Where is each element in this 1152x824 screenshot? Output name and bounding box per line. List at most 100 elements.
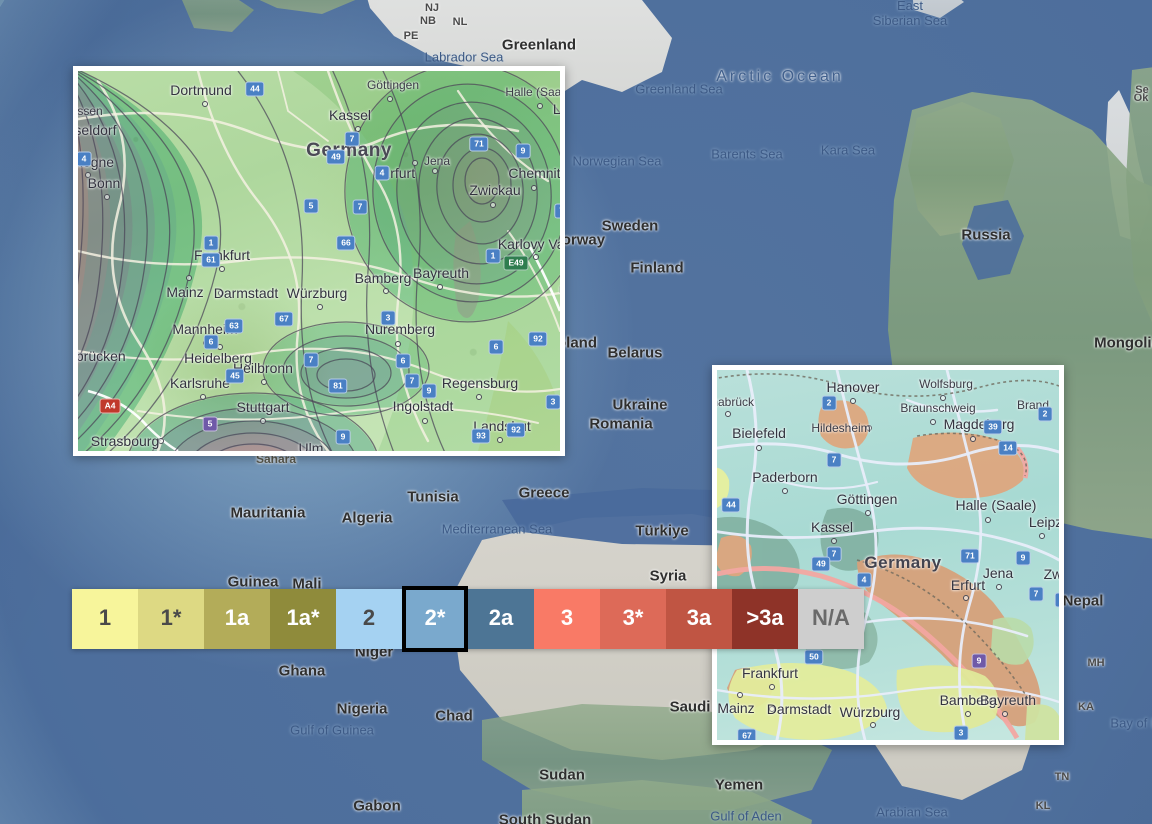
class-inset-city-marker — [866, 425, 872, 431]
class-inset-road-shield: 9 — [1015, 550, 1031, 566]
contour-inset-road-shield: 5 — [303, 198, 319, 214]
legend-class-1a[interactable]: 1a* — [270, 589, 336, 649]
legend-class-3[interactable]: 3 — [534, 589, 600, 649]
contour-inset-city-marker — [476, 394, 482, 400]
legend-class-label: 2a — [488, 605, 514, 630]
contour-map-inset[interactable]: DortmundGöttingenHalle (Saale)LeipzigKas… — [73, 66, 565, 456]
class-inset-road-shield: 50 — [804, 649, 824, 665]
contour-inset-city-marker — [412, 160, 418, 166]
class-inset-city-marker — [940, 395, 946, 401]
contour-inset-city-marker — [490, 202, 496, 208]
class-inset-road-shield: 7 — [1028, 586, 1044, 602]
legend-class-label: 1a* — [286, 605, 320, 630]
contour-inset-road-shield: 7 — [352, 199, 368, 215]
class-inset-city-marker — [737, 692, 743, 698]
contour-inset-city-marker — [533, 254, 539, 260]
class-inset-city-marker — [782, 488, 788, 494]
contour-inset-city-marker — [218, 290, 224, 296]
class-inset-city-marker — [1002, 711, 1008, 717]
contour-inset-road-shield: 3 — [380, 310, 396, 326]
contour-inset-road-shield: 7 — [303, 352, 319, 368]
contour-inset-city-marker — [219, 266, 225, 272]
contour-inset-city-marker — [395, 341, 401, 347]
legend-class-label: 1a — [224, 605, 250, 630]
contour-inset-city-marker — [186, 275, 192, 281]
road-network-inset-b — [717, 370, 1059, 740]
class-inset-city-marker — [725, 411, 731, 417]
contour-inset-city-marker — [104, 194, 110, 200]
contour-inset-road-shield: 61 — [201, 252, 221, 268]
classification-map-inset[interactable]: HanoverWolfsburgBraunschweigBrandOsnabrü… — [712, 365, 1064, 745]
legend-class-label: >3a — [746, 605, 784, 630]
contour-inset-city-marker — [497, 437, 503, 443]
class-inset-city-marker — [985, 517, 991, 523]
contour-inset-road-shield: 7 — [344, 131, 360, 147]
contour-inset-city-marker — [387, 96, 393, 102]
contour-inset-road-shield: 81 — [328, 378, 348, 394]
contour-inset-road-shield: 49 — [326, 149, 346, 165]
contour-inset-road-shield: 67 — [274, 311, 294, 327]
class-inset-road-shield: 39 — [983, 419, 1003, 435]
legend-class-label: 3* — [622, 605, 644, 630]
class-inset-city-marker — [1039, 533, 1045, 539]
class-inset-road-shield: 9 — [971, 653, 987, 669]
contour-inset-city-marker — [202, 101, 208, 107]
class-inset-city-marker — [865, 510, 871, 516]
contour-inset-city-marker — [531, 185, 537, 191]
class-inset-city-marker — [756, 445, 762, 451]
contour-inset-road-shield: 6 — [395, 353, 411, 369]
contour-inset-road-shield: 71 — [469, 136, 489, 152]
contour-inset-city-marker — [317, 304, 323, 310]
contour-inset-city-marker — [200, 394, 206, 400]
contour-inset-road-shield: 1 — [485, 248, 501, 264]
contour-inset-road-shield: 93 — [471, 428, 491, 444]
contour-inset-road-shield: 4 — [374, 165, 390, 181]
class-inset-city-marker — [930, 419, 936, 425]
contour-inset-road-shield: 44 — [245, 81, 265, 97]
contour-inset-road-shield: 4 — [78, 151, 92, 167]
class-inset-road-shield: 67 — [737, 728, 757, 740]
contour-inset-city-marker — [158, 438, 164, 444]
contour-inset-city-marker — [537, 103, 543, 109]
contour-inset-road-shield: 92 — [528, 331, 548, 347]
contour-inset-city-marker — [261, 379, 267, 385]
contour-inset-road-shield: 9 — [421, 383, 437, 399]
legend-class-2[interactable]: 2* — [402, 586, 468, 652]
legend-class-2a[interactable]: 2a — [468, 589, 534, 649]
class-inset-road-shield: 44 — [721, 497, 741, 513]
class-inset-road-shield: 3 — [953, 725, 969, 740]
contour-inset-road-shield: 63 — [224, 318, 244, 334]
class-inset-city-marker — [870, 722, 876, 728]
legend-class-label: 1 — [98, 605, 112, 630]
contour-inset-road-shield: A4 — [99, 398, 121, 414]
class-inset-city-marker — [963, 595, 969, 601]
contour-inset-city-marker — [383, 288, 389, 294]
contour-inset-road-shield: 45 — [225, 368, 245, 384]
class-inset-road-shield: 2 — [1037, 406, 1053, 422]
class-inset-city-marker — [850, 398, 856, 404]
class-inset-road-shield: 2 — [821, 395, 837, 411]
contour-inset-road-shield: 7 — [404, 373, 420, 389]
class-inset-road-shield: 49 — [811, 556, 831, 572]
contour-inset-road-shield: E49 — [503, 255, 529, 271]
legend-class-1[interactable]: 1* — [138, 589, 204, 649]
legend-class-1a[interactable]: 1a — [204, 589, 270, 649]
legend-class-2[interactable]: 2 — [336, 589, 402, 649]
hazard-class-legend[interactable]: 1 1* 1a 1a* 2 2* 2a 3 3* 3a >3a N/A — [72, 586, 864, 652]
legend-class-3a[interactable]: 3a — [666, 589, 732, 649]
legend-class-1[interactable]: 1 — [72, 589, 138, 649]
legend-class-label: N/A — [812, 605, 850, 630]
class-inset-road-shield: 14 — [998, 440, 1018, 456]
contour-inset-road-shield: 92 — [506, 422, 526, 438]
legend-class-label: 3a — [686, 605, 712, 630]
legend-class-3a[interactable]: >3a — [732, 589, 798, 649]
legend-class-NA[interactable]: N/A — [798, 589, 864, 649]
contour-inset-road-shield: 66 — [336, 235, 356, 251]
class-inset-city-marker — [831, 538, 837, 544]
contour-inset-road-shield: 72 — [554, 203, 560, 219]
contour-inset-road-shield: 9 — [515, 143, 531, 159]
class-inset-city-marker — [769, 684, 775, 690]
legend-class-label: 1* — [160, 605, 182, 630]
class-inset-city-marker — [769, 706, 775, 712]
legend-class-3[interactable]: 3* — [600, 589, 666, 649]
